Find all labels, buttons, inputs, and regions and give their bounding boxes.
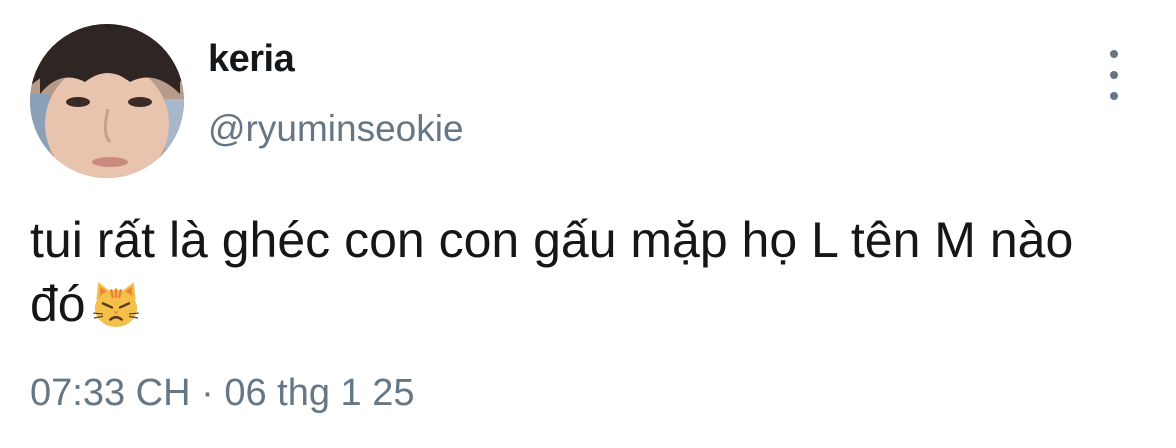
avatar-photo bbox=[30, 24, 184, 178]
dot bbox=[1110, 50, 1118, 58]
dot bbox=[1110, 71, 1118, 79]
author-display-name[interactable]: keria bbox=[208, 38, 295, 81]
tweet-time[interactable]: 07:33 CH bbox=[30, 372, 191, 414]
tweet-text-line-1: tui rất là ghéc con con gấu mặp họ L tên… bbox=[30, 212, 1074, 268]
tweet-text: tui rất là ghéc con con gấu mặp họ L tên… bbox=[30, 208, 1160, 336]
more-options-icon[interactable] bbox=[1094, 50, 1134, 100]
meta-separator: · bbox=[201, 372, 214, 414]
tweet-timestamp[interactable]: 07:33 CH · 06 thg 1 25 bbox=[30, 372, 415, 415]
avatar[interactable] bbox=[30, 24, 184, 178]
tweet-date[interactable]: 06 thg 1 25 bbox=[224, 372, 414, 414]
tweet-text-line-2-text: đó bbox=[30, 276, 86, 332]
dot bbox=[1110, 92, 1118, 100]
tweet-text-line-2: đó bbox=[30, 272, 1160, 336]
pouting-cat-face-icon bbox=[92, 282, 139, 327]
tweet-card: keria @ryuminseokie tui rất là ghéc con … bbox=[0, 0, 1176, 448]
author-handle[interactable]: @ryuminseokie bbox=[208, 108, 464, 150]
